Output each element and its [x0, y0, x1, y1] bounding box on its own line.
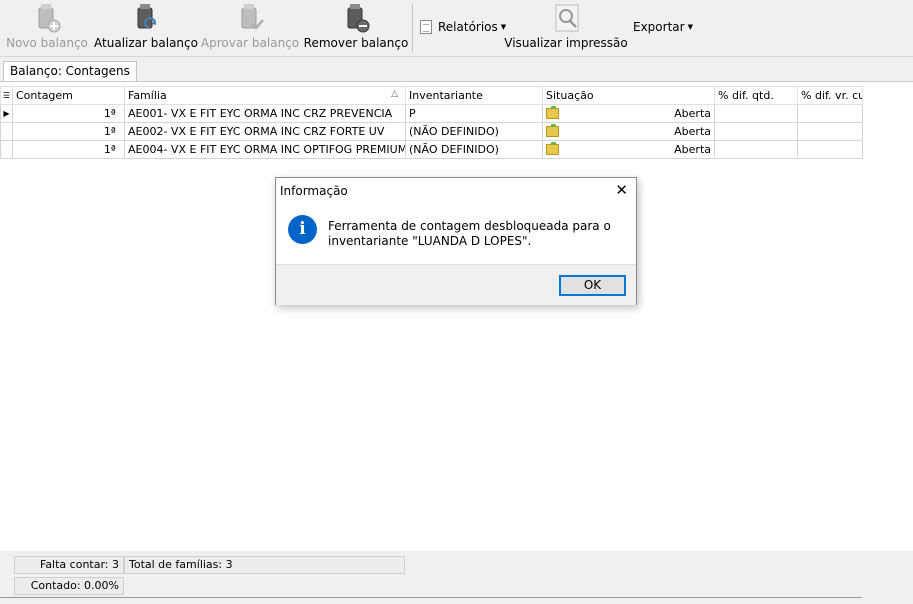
- cell-situacao: Aberta: [542, 122, 715, 141]
- info-icon: i: [288, 215, 317, 244]
- export-dropdown[interactable]: Exportar ▼: [633, 20, 693, 34]
- remove-balance-label: Remover balanço: [303, 36, 409, 50]
- open-folder-icon: [546, 142, 559, 155]
- ok-button[interactable]: OK: [559, 275, 626, 296]
- open-folder-icon: [546, 106, 559, 119]
- tab-strip: Balanço: Contagens: [0, 58, 913, 82]
- approve-balance-label: Aprovar balanço: [200, 36, 300, 50]
- total-familias: Total de famílias: 3: [124, 556, 405, 574]
- table-row[interactable]: ▶ 1ª AE001- VX E FIT EYC ORMA INC CRZ PR…: [0, 104, 863, 123]
- magnifier-icon: [555, 4, 579, 32]
- contado: Contado: 0.00%: [14, 577, 124, 595]
- situacao-text: Aberta: [674, 143, 711, 156]
- new-balance-label: Novo balanço: [6, 36, 88, 50]
- col-inventariante[interactable]: Inventariante: [405, 86, 543, 105]
- counts-grid: ☰ Contagem Família △ Inventariante Situaç…: [0, 86, 863, 159]
- cell-dif-qtd: [714, 140, 798, 159]
- row-indicator: [0, 122, 13, 141]
- open-folder-icon: [546, 124, 559, 137]
- caret-down-icon: ▼: [687, 23, 693, 31]
- summary-footer: Falta contar: 3 Total de famílias: 3 Con…: [0, 552, 913, 604]
- col-situacao[interactable]: Situação: [542, 86, 715, 105]
- cell-contagem: 1ª: [12, 122, 125, 141]
- column-chooser-icon[interactable]: ☰: [0, 86, 13, 105]
- dialog-footer: OK: [276, 264, 636, 305]
- col-familia-label: Família: [128, 89, 167, 102]
- print-preview-label: Visualizar impressão: [504, 36, 628, 50]
- cell-dif-qtd: [714, 104, 798, 123]
- row-indicator: [0, 140, 13, 159]
- cell-familia: AE004- VX E FIT EYC ORMA INC OPTIFOG PRE…: [124, 140, 406, 159]
- row-indicator-icon: ▶: [0, 104, 13, 123]
- reports-label: Relatórios: [438, 20, 498, 34]
- falta-contar: Falta contar: 3: [14, 556, 124, 574]
- new-balance-icon: [38, 4, 61, 33]
- table-row[interactable]: 1ª AE002- VX E FIT EYC ORMA INC CRZ FORT…: [0, 122, 863, 141]
- close-icon[interactable]: ✕: [615, 182, 628, 198]
- content-area: ☰ Contagem Família △ Inventariante Situaç…: [0, 81, 913, 551]
- toolbar-separator: [412, 3, 413, 53]
- dialog-message: Ferramenta de contagem desbloqueada para…: [328, 219, 611, 248]
- table-row[interactable]: 1ª AE004- VX E FIT EYC ORMA INC OPTIFOG …: [0, 140, 863, 159]
- cell-inventariante: (NÃO DEFINIDO): [405, 122, 543, 141]
- approve-balance-button[interactable]: Aprovar balanço: [200, 2, 300, 54]
- cell-dif-vr: [797, 104, 863, 123]
- col-dif-qtd[interactable]: % dif. qtd.: [714, 86, 798, 105]
- toolbar: Novo balanço Atualizar balanço Aprovar b…: [0, 0, 913, 57]
- remove-icon: [347, 4, 370, 33]
- caret-down-icon: ▼: [500, 23, 507, 31]
- cell-familia: AE001- VX E FIT EYC ORMA INC CRZ PREVENC…: [124, 104, 406, 123]
- cell-situacao: Aberta: [542, 104, 715, 123]
- cell-dif-vr: [797, 122, 863, 141]
- col-contagem[interactable]: Contagem: [12, 86, 125, 105]
- approve-icon: [241, 4, 264, 30]
- situacao-text: Aberta: [674, 107, 711, 120]
- update-balance-label: Atualizar balanço: [94, 36, 198, 50]
- cell-dif-qtd: [714, 122, 798, 141]
- col-dif-vr[interactable]: % dif. vr. cu: [797, 86, 863, 105]
- info-dialog: Informação ✕ i Ferramenta de contagem de…: [275, 177, 637, 305]
- footer-divider: [0, 597, 862, 598]
- grid-header-row: ☰ Contagem Família △ Inventariante Situaç…: [0, 86, 863, 105]
- dialog-title: Informação: [280, 184, 348, 198]
- cell-situacao: Aberta: [542, 140, 715, 159]
- col-familia[interactable]: Família △: [124, 86, 406, 105]
- update-balance-button[interactable]: Atualizar balanço: [94, 2, 198, 54]
- tab-balance-counts[interactable]: Balanço: Contagens: [3, 61, 137, 82]
- new-balance-button[interactable]: Novo balanço: [6, 2, 88, 54]
- remove-balance-button[interactable]: Remover balanço: [304, 2, 408, 54]
- report-icon: [420, 20, 432, 34]
- cell-contagem: 1ª: [12, 104, 125, 123]
- situacao-text: Aberta: [674, 125, 711, 138]
- export-label: Exportar: [633, 20, 685, 34]
- reports-dropdown[interactable]: Relatórios ▼: [420, 20, 506, 34]
- sort-asc-icon: △: [391, 89, 398, 99]
- print-preview-button[interactable]: Visualizar impressão: [504, 2, 628, 54]
- cell-dif-vr: [797, 140, 863, 159]
- cell-contagem: 1ª: [12, 140, 125, 159]
- cell-familia: AE002- VX E FIT EYC ORMA INC CRZ FORTE U…: [124, 122, 406, 141]
- cell-inventariante: P: [405, 104, 543, 123]
- cell-inventariante: (NÃO DEFINIDO): [405, 140, 543, 159]
- refresh-icon: [137, 4, 157, 29]
